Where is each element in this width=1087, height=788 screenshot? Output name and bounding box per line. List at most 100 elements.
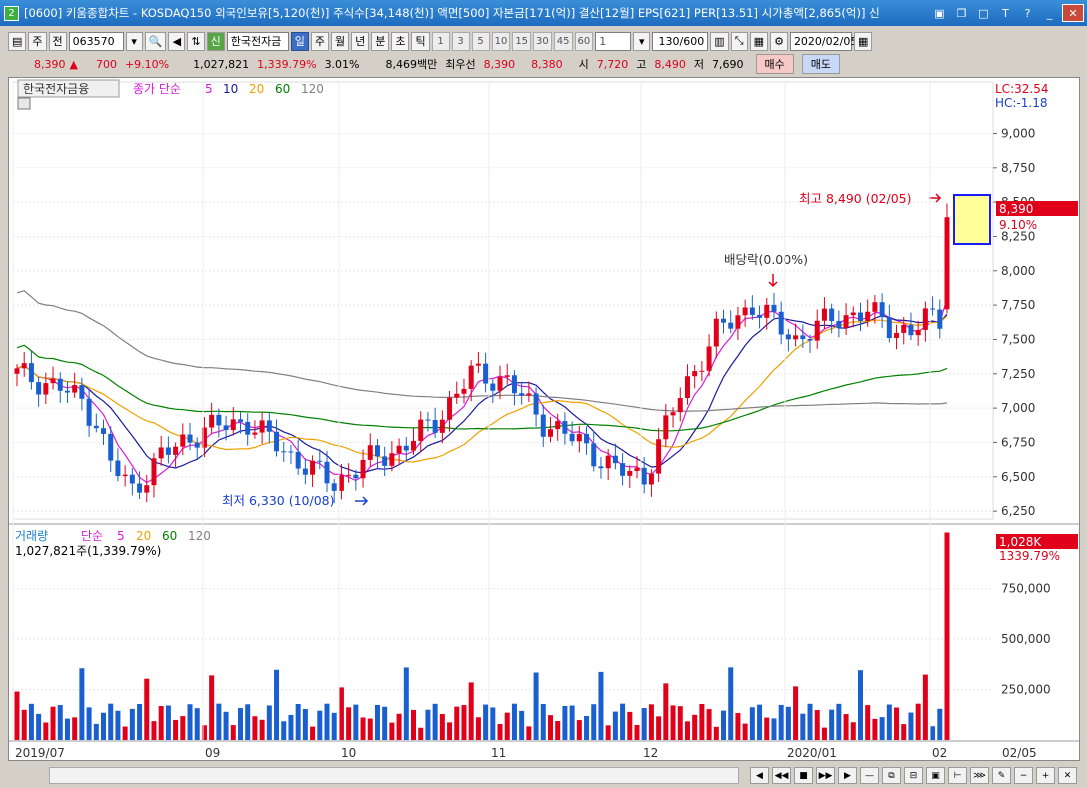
minute-option[interactable]: 60	[574, 31, 594, 51]
highlight-box[interactable]	[953, 194, 991, 245]
prev-button[interactable]: 전	[48, 31, 67, 51]
text-icon[interactable]: T	[996, 4, 1015, 22]
rewind-icon[interactable]: ◀◀	[772, 767, 791, 784]
candle-body	[252, 432, 258, 435]
candle-body	[540, 414, 546, 437]
tab-month[interactable]: 월	[330, 31, 350, 51]
tab-second[interactable]: 초	[391, 31, 410, 51]
scroll-left-icon[interactable]: ◀	[750, 767, 769, 784]
gear-icon[interactable]: ⚙	[770, 31, 788, 51]
grid-toggle-icon[interactable]	[17, 97, 31, 110]
unit-dropdown-icon[interactable]: ▾	[633, 31, 651, 51]
volume-bar	[331, 712, 337, 740]
volume-bar	[706, 709, 712, 740]
buy-button[interactable]: 매수	[755, 54, 794, 74]
tab-tick[interactable]: 틱	[411, 31, 430, 51]
stock-code-input[interactable]: 063570	[68, 31, 124, 51]
draw-icon[interactable]: ✎	[992, 767, 1011, 784]
stepper-icon[interactable]: ⇅	[187, 31, 205, 51]
volume-bar	[901, 724, 907, 740]
low-note: 최저 6,330 (10/08)	[222, 493, 335, 508]
sell-button[interactable]: 매도	[801, 54, 840, 74]
candle-body	[108, 433, 114, 461]
chart-type-icon[interactable]: ▥	[710, 31, 729, 51]
volume-bar	[562, 705, 568, 740]
unit-input[interactable]: 1	[595, 31, 632, 51]
volume-bar	[591, 704, 597, 740]
volume-bar	[605, 725, 611, 740]
chart-scrollbar[interactable]	[49, 767, 739, 784]
collapse-icon[interactable]: ✕	[1058, 767, 1077, 784]
chart-area[interactable]: 한국전자금융 종가 단순 5 10 20 60 120 LC:32.54 HC:…	[8, 77, 1080, 761]
minute-option[interactable]: 5	[471, 31, 490, 51]
tab-week[interactable]: 주	[310, 31, 329, 51]
minimize-icon[interactable]: _	[1040, 4, 1059, 22]
zoom-out-icon[interactable]: −	[1014, 767, 1033, 784]
period-select[interactable]: 주	[28, 31, 47, 51]
volume-bar	[108, 703, 114, 740]
x-axis-label: 11	[491, 746, 506, 760]
volume-bar	[302, 709, 308, 740]
ruler-icon[interactable]: ⊢	[948, 767, 967, 784]
split-view-icon[interactable]: ⊟	[904, 767, 923, 784]
crosshair-icon[interactable]: ⤡	[730, 31, 748, 51]
candle-body	[324, 461, 330, 484]
volume-tick-label: 500,000	[1001, 632, 1051, 646]
candle-body	[699, 370, 705, 372]
stock-name-field[interactable]: 한국전자금	[226, 31, 289, 51]
help-icon[interactable]: ?	[1018, 4, 1037, 22]
date-input[interactable]: 2020/02/05	[789, 31, 857, 51]
minute-option[interactable]: 10	[491, 31, 511, 51]
pattern-icon[interactable]: ⋙	[970, 767, 989, 784]
zoom-in-icon[interactable]: +	[1036, 767, 1055, 784]
save-icon[interactable]: ▦	[749, 31, 769, 51]
full-view-icon[interactable]: ▣	[926, 767, 945, 784]
candle-body	[605, 455, 611, 469]
dock-icon[interactable]: ▣	[930, 4, 949, 22]
volume-bar	[288, 714, 294, 740]
chart-menu-icon[interactable]: ▤	[8, 31, 27, 51]
tab-year[interactable]: 년	[351, 31, 370, 51]
zoom-slider-icon[interactable]: —	[860, 767, 879, 784]
minute-option[interactable]: 45	[553, 31, 573, 51]
minute-option[interactable]: 3	[451, 31, 470, 51]
volume-bar	[389, 722, 395, 740]
tab-day[interactable]: 일	[290, 31, 309, 51]
volume-bar	[454, 706, 460, 740]
up-arrow-icon: ▲	[69, 57, 78, 71]
candle-body	[50, 378, 56, 384]
volume-bar	[396, 713, 402, 740]
low-label: 저	[693, 58, 704, 71]
volume-bar	[504, 712, 510, 740]
chart-canvas[interactable]: 한국전자금융 종가 단순 5 10 20 60 120 LC:32.54 HC:…	[9, 78, 1079, 760]
price-change-pct: +9.10%	[124, 57, 170, 71]
window-layout-icon[interactable]: ⧉	[882, 767, 901, 784]
minute-option[interactable]: 1	[431, 31, 450, 51]
count-input[interactable]: 130/600	[652, 31, 709, 51]
restore-window-icon[interactable]: ❐	[952, 4, 971, 22]
minute-option[interactable]: 15	[512, 31, 532, 51]
code-dropdown-icon[interactable]: ▾	[125, 31, 143, 51]
price-tick-label: 7,750	[1001, 298, 1035, 312]
volume-bar	[274, 669, 280, 740]
volume-bar	[764, 717, 770, 740]
speaker-icon[interactable]: ◀	[168, 31, 186, 51]
scroll-right-icon[interactable]: ▶	[838, 767, 857, 784]
x-axis-label: 2019/07	[15, 746, 65, 760]
search-icon[interactable]: 🔍	[144, 31, 167, 51]
candle-body	[713, 318, 719, 347]
volume-bar	[807, 703, 813, 740]
volume-bar	[432, 703, 438, 740]
stop-icon[interactable]: ■	[794, 767, 813, 784]
tab-minute[interactable]: 분	[371, 31, 390, 51]
calendar-icon[interactable]: ▦	[853, 31, 873, 51]
volume-bar	[843, 714, 849, 740]
close-icon[interactable]: ✕	[1062, 4, 1084, 22]
maximize-icon[interactable]: □	[974, 4, 993, 22]
minute-option[interactable]: 30	[533, 31, 552, 51]
fast-forward-icon[interactable]: ▶▶	[816, 767, 835, 784]
volume-bar	[793, 686, 799, 740]
volume-bar	[79, 668, 85, 740]
volume-bar	[692, 714, 698, 740]
volume-current: 1,027,821주(1,339.79%)	[15, 544, 161, 558]
